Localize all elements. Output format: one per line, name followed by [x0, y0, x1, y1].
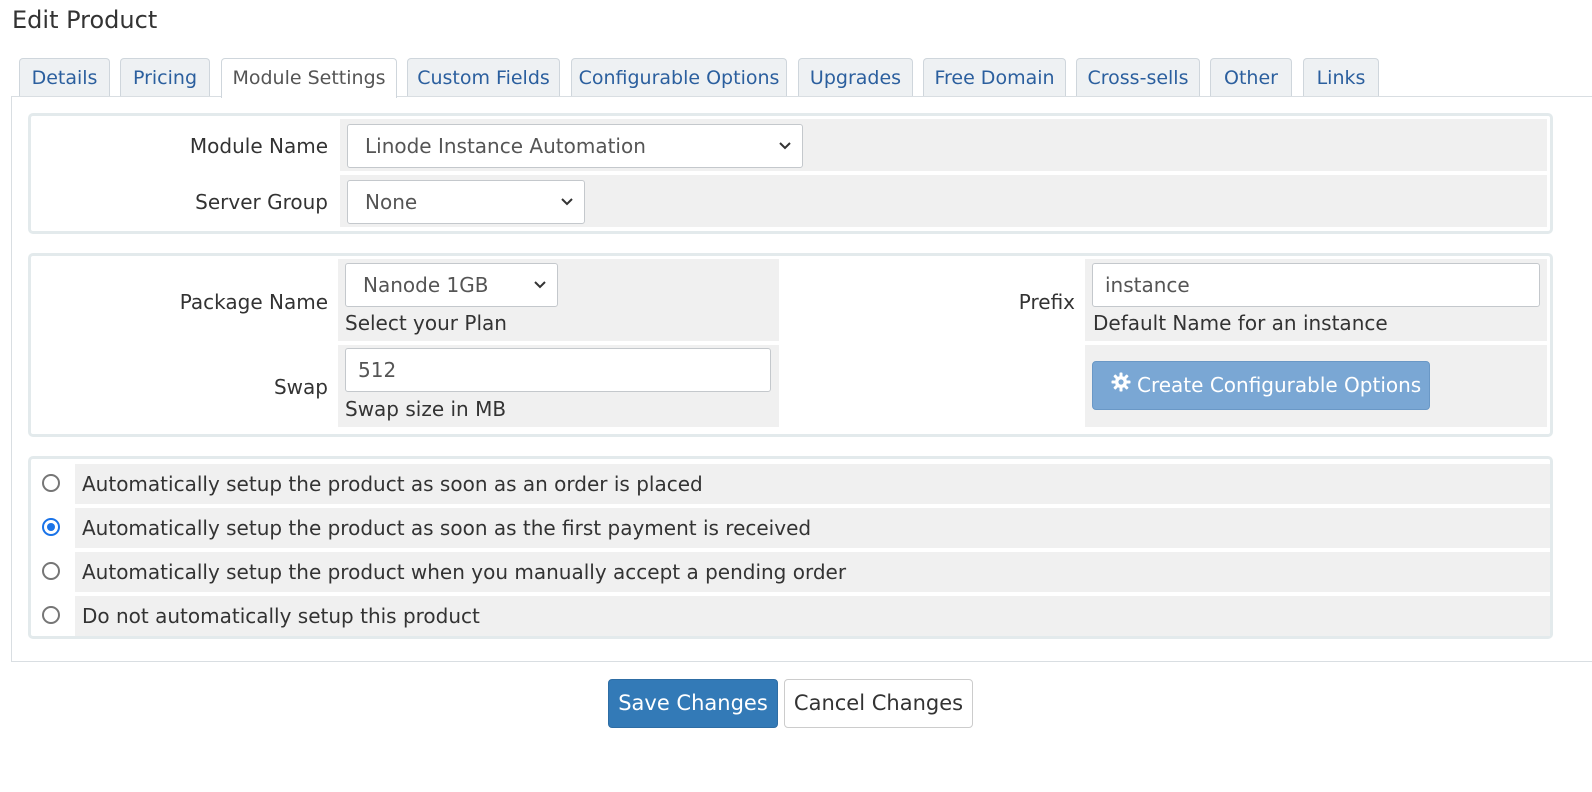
- chevron-down-icon: [778, 125, 792, 167]
- swap-help: Swap size in MB: [345, 397, 507, 421]
- cancel-changes-button[interactable]: Cancel Changes: [784, 679, 973, 728]
- prefix-label: Prefix: [1018, 290, 1075, 314]
- setup-option-radio[interactable]: [42, 474, 60, 492]
- setup-options-box: Automatically setup the product as soon …: [28, 456, 1553, 639]
- setup-option-label: Automatically setup the product as soon …: [82, 516, 812, 540]
- setup-option-radio[interactable]: [42, 562, 60, 580]
- server-group-select[interactable]: None: [347, 180, 585, 224]
- tab-configurable-options[interactable]: Configurable Options: [571, 58, 787, 96]
- prefix-help: Default Name for an instance: [1093, 311, 1388, 335]
- setup-option-label: Do not automatically setup this product: [82, 604, 480, 628]
- tab-pricing[interactable]: Pricing: [120, 58, 210, 96]
- swap-label: Swap: [273, 375, 328, 399]
- module-name-value: Linode Instance Automation: [365, 134, 646, 158]
- package-name-label: Package Name: [179, 290, 328, 314]
- setup-option-radio[interactable]: [42, 518, 60, 536]
- create-configurable-options-button[interactable]: Create Configurable Options: [1092, 361, 1430, 410]
- create-configurable-options-label: Create Configurable Options: [1137, 373, 1422, 397]
- setup-option-label: Automatically setup the product when you…: [82, 560, 847, 584]
- package-config-box: Package Name Nanode 1GB Select your Plan…: [28, 253, 1553, 437]
- setup-option-on-payment[interactable]: Automatically setup the product as soon …: [31, 508, 1550, 548]
- tab-details[interactable]: Details: [19, 58, 110, 96]
- save-changes-button[interactable]: Save Changes: [608, 679, 778, 728]
- setup-option-on-order[interactable]: Automatically setup the product as soon …: [31, 464, 1550, 504]
- tab-custom-fields[interactable]: Custom Fields: [407, 58, 560, 96]
- package-name-value: Nanode 1GB: [363, 273, 489, 297]
- package-name-select[interactable]: Nanode 1GB: [345, 263, 558, 307]
- chevron-down-icon: [533, 264, 547, 306]
- setup-option-label: Automatically setup the product as soon …: [82, 472, 703, 496]
- tab-links[interactable]: Links: [1303, 58, 1379, 96]
- module-name-label: Module Name: [189, 134, 328, 158]
- page-title: Edit Product: [12, 6, 158, 34]
- server-group-label: Server Group: [195, 190, 328, 214]
- tab-upgrades[interactable]: Upgrades: [798, 58, 913, 96]
- package-name-help: Select your Plan: [345, 311, 507, 335]
- tab-other[interactable]: Other: [1210, 58, 1292, 96]
- chevron-down-icon: [560, 181, 574, 223]
- setup-option-on-accept[interactable]: Automatically setup the product when you…: [31, 552, 1550, 592]
- prefix-input[interactable]: instance: [1092, 263, 1540, 307]
- tab-module-settings[interactable]: Module Settings: [221, 58, 397, 98]
- module-name-select[interactable]: Linode Instance Automation: [347, 124, 803, 168]
- swap-input[interactable]: 512: [345, 348, 771, 392]
- server-group-value: None: [365, 190, 418, 214]
- setup-option-radio[interactable]: [42, 606, 60, 624]
- tab-cross-sells[interactable]: Cross-sells: [1076, 58, 1200, 96]
- module-box: Module Name Linode Instance Automation S…: [28, 113, 1553, 234]
- tab-free-domain[interactable]: Free Domain: [923, 58, 1066, 96]
- setup-option-none[interactable]: Do not automatically setup this product: [31, 596, 1550, 636]
- gear-icon: [1111, 362, 1131, 408]
